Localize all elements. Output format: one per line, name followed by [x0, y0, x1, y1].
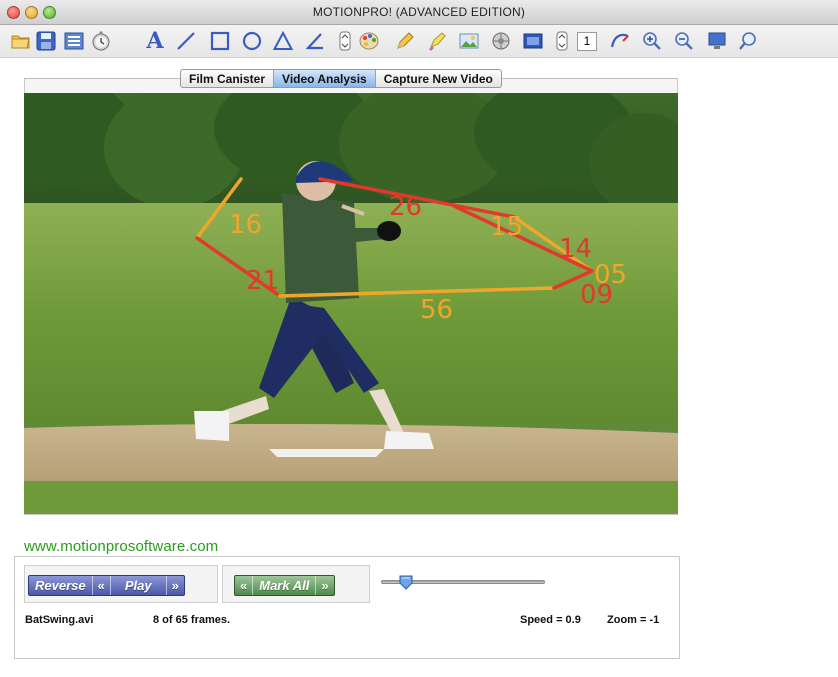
- pencil-icon[interactable]: [392, 28, 418, 54]
- frame-step-field[interactable]: 1: [577, 32, 597, 51]
- angle-label: 56: [420, 295, 453, 325]
- image-icon[interactable]: [456, 28, 482, 54]
- stepper-icon[interactable]: [332, 28, 358, 54]
- highlighter-icon[interactable]: [424, 28, 450, 54]
- step-forward-button[interactable]: »: [167, 576, 184, 595]
- filter-icon[interactable]: [488, 28, 514, 54]
- rectangle-tool-icon[interactable]: [207, 28, 233, 54]
- screen-icon[interactable]: [704, 28, 730, 54]
- save-icon[interactable]: [33, 28, 59, 54]
- stepper-icon[interactable]: [549, 28, 575, 54]
- playback-buttons: Reverse « Play »: [28, 575, 185, 596]
- play-button[interactable]: Play: [111, 576, 167, 595]
- angle-tool-icon[interactable]: [302, 28, 328, 54]
- step-back-button[interactable]: «: [93, 576, 111, 595]
- curve-icon[interactable]: [607, 28, 633, 54]
- zoom-out-icon[interactable]: [671, 28, 697, 54]
- film-icon[interactable]: [520, 28, 546, 54]
- toolbar: A 1: [0, 25, 838, 58]
- mark-buttons: « Mark All »: [234, 575, 335, 596]
- angle-label: 21: [246, 266, 279, 296]
- magnifier-icon[interactable]: [735, 28, 761, 54]
- website-link[interactable]: www.motionprosoftware.com: [24, 538, 218, 555]
- window-title: MOTIONPRO! (ADVANCED EDITION): [312, 5, 526, 19]
- angle-label: 16: [229, 210, 262, 240]
- stopwatch-icon[interactable]: [88, 28, 114, 54]
- tab-video-analysis[interactable]: Video Analysis: [274, 70, 376, 87]
- speed-readout: Speed = 0.9: [520, 614, 581, 626]
- zoom-in-icon[interactable]: [639, 28, 665, 54]
- foreground-grass: [24, 481, 678, 514]
- line-tool-icon[interactable]: [173, 28, 199, 54]
- list-icon[interactable]: [61, 28, 87, 54]
- file-name: BatSwing.avi: [25, 614, 94, 626]
- video-scene: 16 26 15 14 05 09 21 56: [24, 93, 678, 514]
- frame-counter: 8 of 65 frames.: [153, 614, 231, 626]
- mark-previous-button[interactable]: «: [235, 576, 254, 595]
- video-frame[interactable]: 16 26 15 14 05 09 21 56: [24, 93, 678, 514]
- angle-label: 15: [490, 212, 523, 242]
- open-folder-icon[interactable]: [8, 28, 34, 54]
- view-tabs: Film Canister Video Analysis Capture New…: [180, 69, 502, 88]
- angle-label: 26: [389, 192, 422, 222]
- speed-slider-thumb[interactable]: [398, 574, 414, 590]
- mark-next-button[interactable]: »: [316, 576, 333, 595]
- angle-label: 09: [580, 280, 613, 310]
- color-palette-icon[interactable]: [356, 28, 382, 54]
- angle-label: 14: [559, 234, 592, 264]
- tab-capture-new-video[interactable]: Capture New Video: [376, 70, 501, 87]
- mark-all-button[interactable]: Mark All: [253, 576, 317, 595]
- home-plate: [269, 449, 384, 457]
- reverse-button[interactable]: Reverse: [29, 576, 93, 595]
- text-tool-icon[interactable]: A: [142, 28, 168, 54]
- circle-tool-icon[interactable]: [239, 28, 265, 54]
- tab-film-canister[interactable]: Film Canister: [181, 70, 275, 87]
- triangle-tool-icon[interactable]: [270, 28, 296, 54]
- zoom-readout: Zoom = -1: [607, 614, 660, 626]
- title-bar: MOTIONPRO! (ADVANCED EDITION): [0, 0, 838, 25]
